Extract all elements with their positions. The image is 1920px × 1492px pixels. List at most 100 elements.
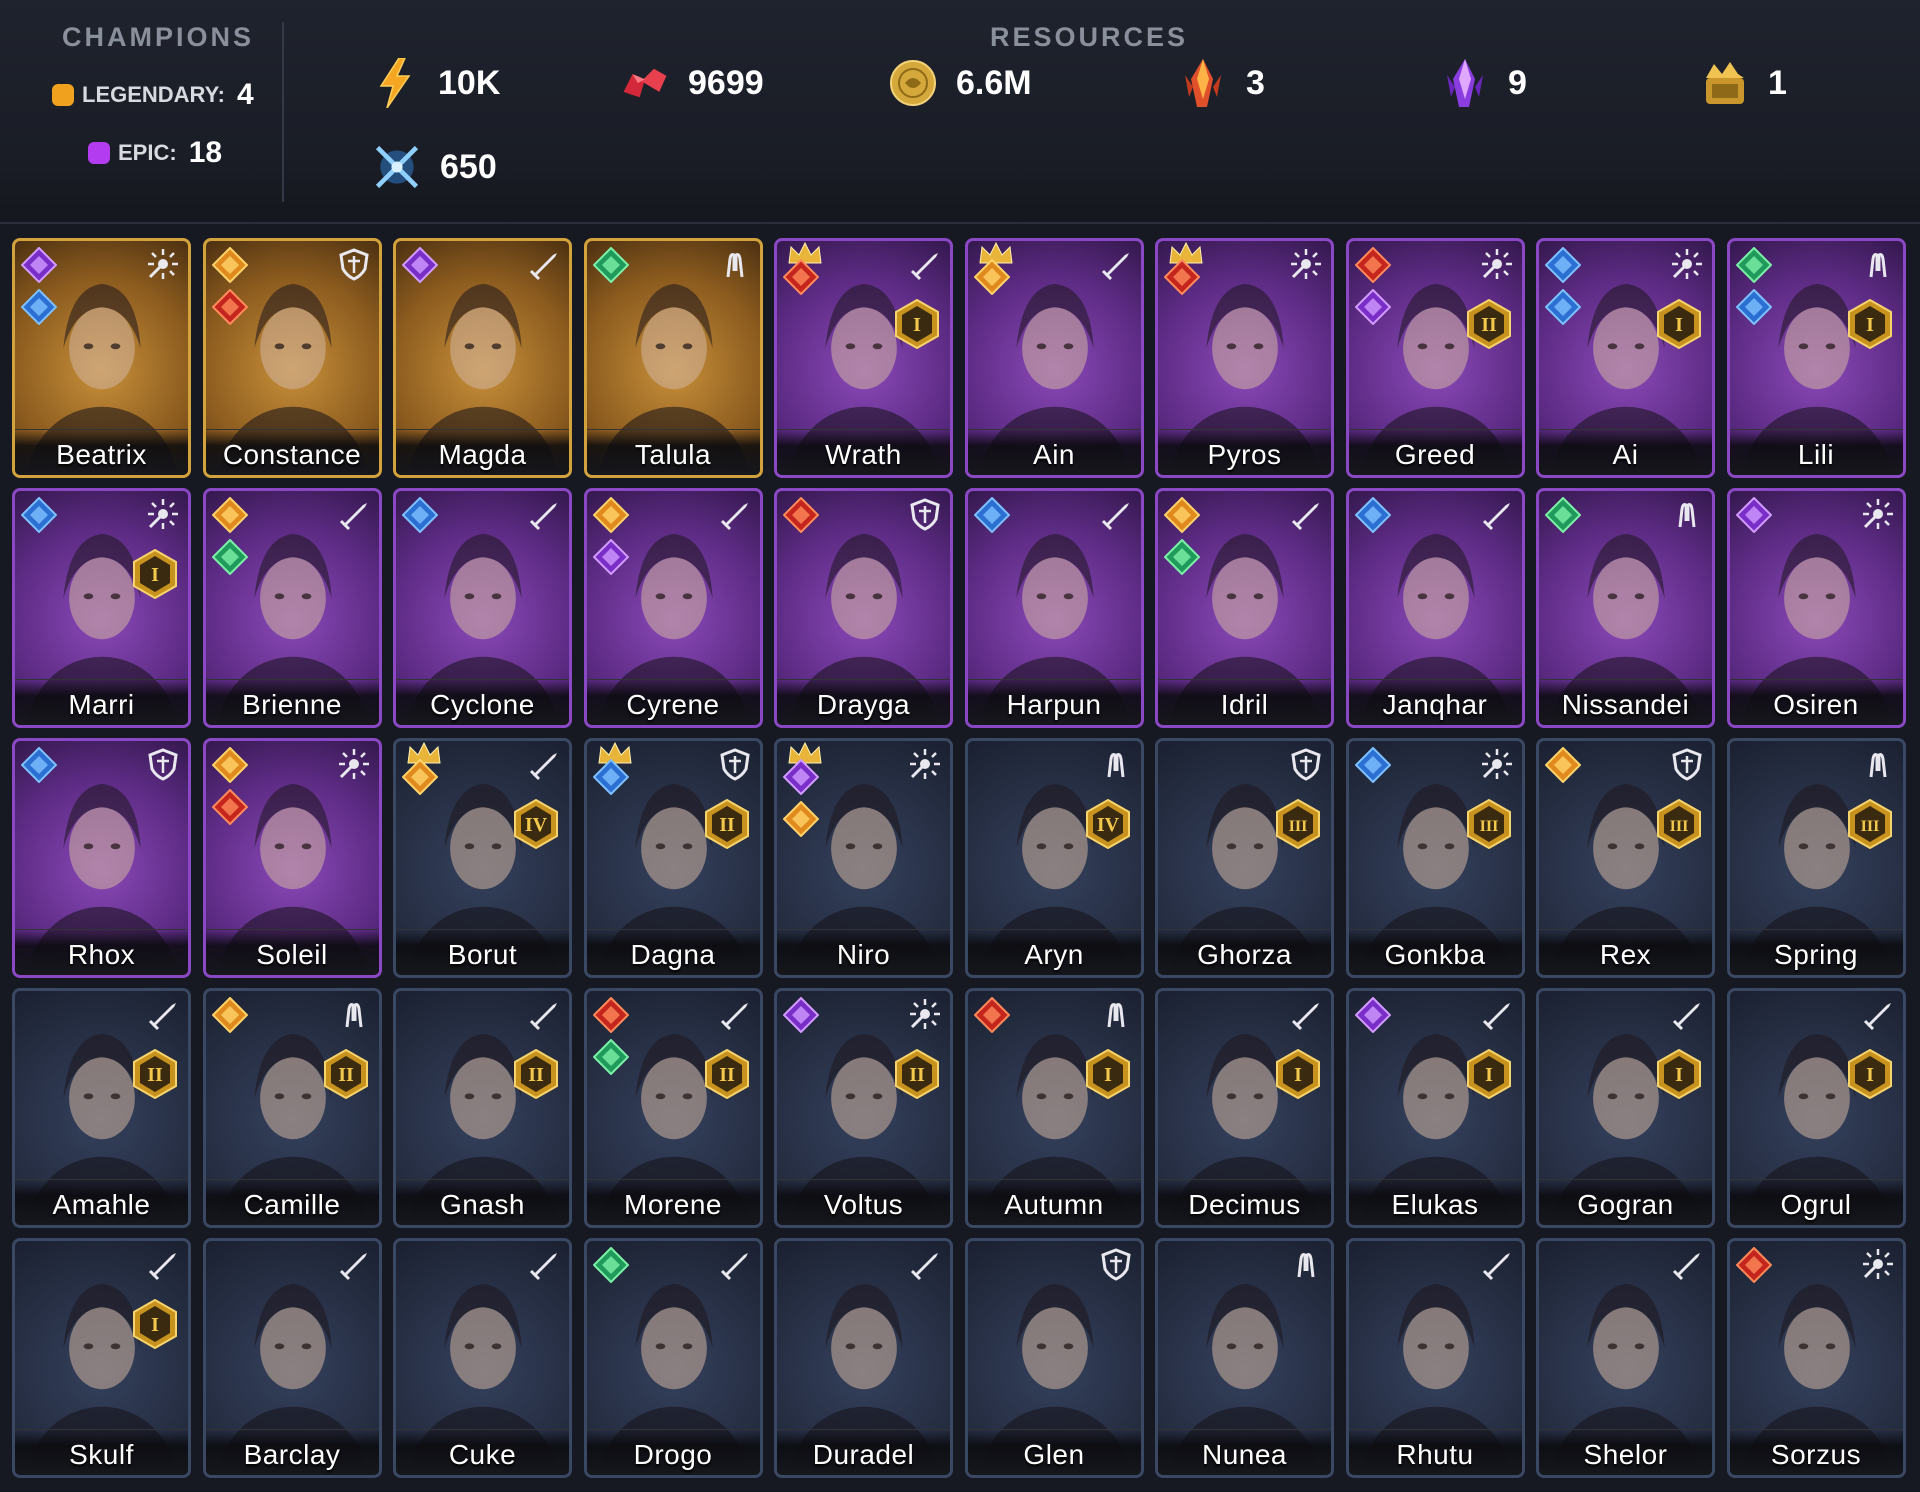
champion-card[interactable]: Osiren xyxy=(1726,488,1906,728)
rank-numeral: III xyxy=(1479,818,1498,835)
attack-role-icon xyxy=(1672,1253,1700,1281)
attack-role-icon xyxy=(1482,1253,1510,1281)
champion-card[interactable]: Brienne xyxy=(202,488,382,728)
champion-name: Osiren xyxy=(1773,689,1859,720)
magic-role-icon xyxy=(148,499,178,529)
champion-card[interactable]: Harpun xyxy=(964,488,1144,728)
energy-value: 10K xyxy=(438,63,501,102)
epic-dot-icon xyxy=(88,142,110,164)
champion-card[interactable]: II Gnash xyxy=(393,988,572,1228)
champion-name: Lili xyxy=(1797,439,1835,470)
attack-role-icon xyxy=(910,1253,938,1281)
champion-card[interactable]: Talula xyxy=(583,238,763,478)
champion-name: Drogo xyxy=(633,1439,713,1470)
champion-card[interactable]: Drogo xyxy=(583,1238,763,1478)
champion-card[interactable]: III Ghorza xyxy=(1155,738,1334,978)
champion-card[interactable]: II Greed xyxy=(1345,238,1525,478)
champion-card[interactable]: I Lili xyxy=(1726,238,1906,478)
legendary-count: LEGENDARY: 4 xyxy=(52,78,254,112)
resource-gold[interactable]: 6.6M xyxy=(888,58,1032,108)
champion-card[interactable]: Idril xyxy=(1155,488,1334,728)
spirit-affinity-icon xyxy=(1164,497,1200,533)
force-affinity-icon xyxy=(592,997,629,1033)
champion-card[interactable]: Beatrix xyxy=(12,238,191,478)
gold-coin-icon xyxy=(888,58,938,108)
champion-card[interactable]: Duradel xyxy=(774,1238,953,1478)
resource-energy[interactable]: 10K xyxy=(370,58,500,108)
nature-affinity-icon xyxy=(1164,539,1200,575)
champion-card[interactable]: I Decimus xyxy=(1155,988,1334,1228)
champion-card[interactable]: I Ai xyxy=(1536,238,1715,478)
resource-gold-token[interactable]: 1 xyxy=(1700,58,1787,108)
champion-card[interactable]: Nunea xyxy=(1155,1238,1334,1478)
champion-card[interactable]: Glen xyxy=(964,1238,1144,1478)
champion-card[interactable]: I Ogrul xyxy=(1726,988,1906,1228)
void-affinity-icon xyxy=(402,247,438,283)
rank-numeral: I xyxy=(1866,314,1874,336)
champion-name: Beatrix xyxy=(56,439,147,470)
champion-nameplate: Ain xyxy=(967,429,1141,475)
champion-card[interactable]: IV Aryn xyxy=(964,738,1144,978)
champion-card[interactable]: III Rex xyxy=(1536,738,1715,978)
champion-card[interactable]: II Morene xyxy=(583,988,763,1228)
champion-card[interactable]: Niro xyxy=(774,738,953,978)
resource-purple-shard[interactable]: 9 xyxy=(1440,58,1527,108)
champion-card[interactable]: Pyros xyxy=(1155,238,1334,478)
rank-numeral: III xyxy=(1860,818,1879,835)
rank-numeral: II xyxy=(147,1064,163,1086)
champion-card[interactable]: Magda xyxy=(393,238,572,478)
magic-role-icon xyxy=(1862,1249,1893,1279)
champion-card[interactable]: Soleil xyxy=(202,738,382,978)
champion-card[interactable]: II Amahle xyxy=(12,988,191,1228)
champion-name: Rex xyxy=(1599,939,1652,970)
champion-card[interactable]: Sorzus xyxy=(1726,1238,1906,1478)
champion-card[interactable]: II Voltus xyxy=(774,988,953,1228)
champion-card[interactable]: I Gogran xyxy=(1536,988,1715,1228)
champion-card[interactable]: Barclay xyxy=(202,1238,382,1478)
rank-numeral: I xyxy=(1675,1064,1683,1086)
champion-card[interactable]: III Spring xyxy=(1726,738,1906,978)
resource-rubies[interactable]: 9699 xyxy=(620,58,764,108)
champion-card[interactable]: I Wrath xyxy=(774,238,953,478)
champion-nameplate: Marri xyxy=(15,679,188,725)
attack-role-icon xyxy=(339,503,367,531)
support-role-icon xyxy=(1107,753,1124,778)
champion-card[interactable]: Cyrene xyxy=(583,488,763,728)
champion-card[interactable]: IV Borut xyxy=(393,738,572,978)
magic-affinity-icon xyxy=(973,497,1010,533)
champion-card[interactable]: I Autumn xyxy=(964,988,1144,1228)
champion-nameplate: Drogo xyxy=(586,1429,760,1475)
resource-red-shard[interactable]: 3 xyxy=(1178,58,1265,108)
rank-badge: II xyxy=(133,1049,177,1099)
champion-card[interactable]: Nissandei xyxy=(1536,488,1715,728)
rank-numeral: I xyxy=(151,1314,159,1336)
champion-name: Barclay xyxy=(243,1439,341,1470)
support-role-icon xyxy=(1678,503,1696,528)
champion-name: Nunea xyxy=(1201,1439,1287,1470)
champion-card[interactable]: Constance xyxy=(202,238,382,478)
champion-card[interactable]: III Gonkba xyxy=(1345,738,1525,978)
champion-card[interactable]: Ain xyxy=(964,238,1144,478)
champion-card[interactable]: Drayga xyxy=(774,488,953,728)
champion-card[interactable]: I Marri xyxy=(12,488,191,728)
champion-nameplate: Greed xyxy=(1348,429,1522,475)
rank-numeral: II xyxy=(909,1064,925,1086)
champion-card[interactable]: Cuke xyxy=(393,1238,572,1478)
champion-card[interactable]: I Elukas xyxy=(1345,988,1525,1228)
resource-arena-tokens[interactable]: 650 xyxy=(372,142,497,192)
champion-card[interactable]: Rhox xyxy=(12,738,191,978)
champion-card[interactable]: II Camille xyxy=(202,988,382,1228)
crossed-swords-icon xyxy=(372,142,422,192)
rank-numeral: I xyxy=(1104,1064,1112,1086)
champion-card[interactable]: Janqhar xyxy=(1345,488,1525,728)
magic-affinity-icon xyxy=(402,497,438,533)
champion-card[interactable]: I Skulf xyxy=(12,1238,191,1478)
champion-card[interactable]: II Dagna xyxy=(583,738,763,978)
champion-name: Ghorza xyxy=(1197,939,1292,970)
champion-nameplate: Sorzus xyxy=(1729,1429,1903,1475)
champion-card[interactable]: Rhutu xyxy=(1345,1238,1525,1478)
champion-nameplate: Barclay xyxy=(205,1429,379,1475)
champion-card[interactable]: Cyclone xyxy=(393,488,572,728)
champion-card[interactable]: Shelor xyxy=(1536,1238,1715,1478)
champion-name: Pyros xyxy=(1207,439,1282,470)
